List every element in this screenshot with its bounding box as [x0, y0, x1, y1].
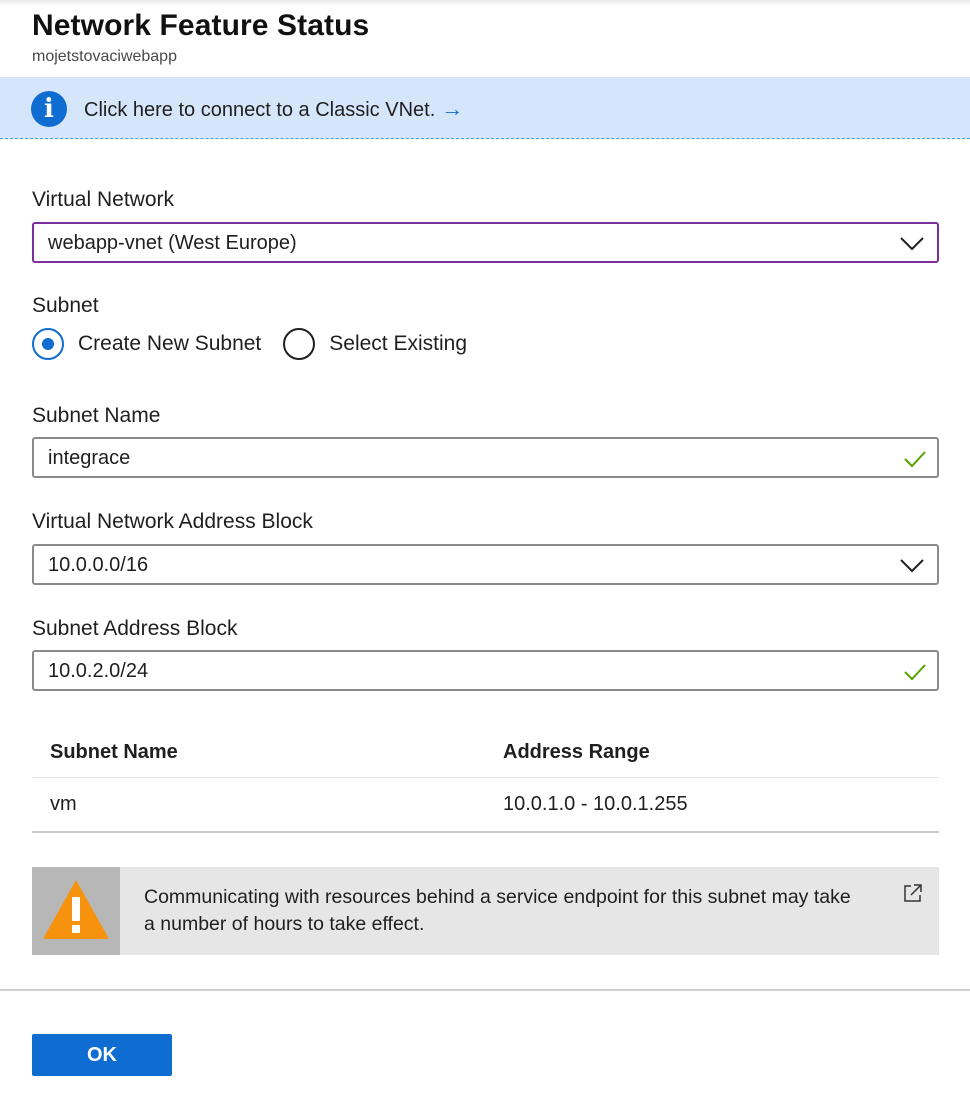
info-icon: i	[31, 91, 67, 127]
column-header-subnet-name: Subnet Name	[50, 741, 178, 763]
panel-header: Network Feature Status mojetstovaciwebap…	[32, 6, 369, 68]
virtual-network-dropdown[interactable]: webapp-vnet (West Europe)	[32, 222, 939, 263]
subnet-name-input[interactable]: integrace	[32, 437, 939, 478]
service-endpoint-warning: Communicating with resources behind a se…	[32, 867, 939, 955]
subnet-address-block-value: 10.0.2.0/24	[48, 660, 149, 682]
subnet-address-block-label: Subnet Address Block	[32, 617, 238, 640]
page-title: Network Feature Status	[32, 9, 370, 42]
vnet-address-block-value: 10.0.0.0/16	[48, 554, 149, 576]
vnet-address-block-label: Virtual Network Address Block	[32, 510, 313, 533]
existing-subnets-table: Subnet Name Address Range vm 10.0.1.0 - …	[32, 726, 939, 833]
subnet-address-block-input[interactable]: 10.0.2.0/24	[32, 650, 939, 691]
select-existing-label[interactable]: Select Existing	[329, 330, 467, 358]
warning-icon	[43, 880, 109, 939]
chevron-down-icon	[900, 237, 924, 251]
ok-button[interactable]: OK	[32, 1034, 172, 1076]
subnet-label: Subnet	[32, 294, 99, 317]
cell-address-range: 10.0.1.0 - 10.0.1.255	[503, 793, 688, 815]
footer-divider	[0, 989, 970, 991]
select-existing-radio[interactable]	[283, 328, 316, 360]
subnet-name-label: Subnet Name	[32, 404, 161, 427]
table-row: vm 10.0.1.0 - 10.0.1.255	[32, 778, 939, 833]
cell-subnet-name: vm	[50, 793, 77, 815]
info-bar-text-row: Click here to connect to a Classic VNet.…	[84, 95, 463, 124]
subnet-name-value: integrace	[48, 447, 131, 469]
warning-icon-box	[32, 867, 120, 955]
chevron-down-icon	[900, 559, 924, 573]
create-new-subnet-label[interactable]: Create New Subnet	[78, 330, 261, 358]
virtual-network-label: Virtual Network	[32, 188, 174, 211]
classic-vnet-info-bar[interactable]: i Click here to connect to a Classic VNe…	[0, 77, 970, 139]
table-header: Subnet Name Address Range	[32, 726, 939, 778]
arrow-right-icon: →	[441, 96, 464, 121]
checkmark-icon	[904, 664, 926, 681]
create-new-subnet-radio[interactable]	[32, 328, 64, 360]
checkmark-icon	[904, 451, 926, 468]
page-subtitle: mojetstovaciwebapp	[32, 48, 177, 65]
vnet-address-block-dropdown[interactable]: 10.0.0.0/16	[32, 544, 939, 585]
external-link-icon[interactable]	[902, 882, 924, 904]
subnet-radio-group: Create New Subnet Select Existing	[32, 328, 467, 360]
info-bar-text[interactable]: Click here to connect to a Classic VNet.	[84, 99, 435, 121]
column-header-address-range: Address Range	[503, 741, 650, 763]
virtual-network-value: webapp-vnet (West Europe)	[48, 232, 297, 254]
warning-text: Communicating with resources behind a se…	[144, 886, 851, 935]
